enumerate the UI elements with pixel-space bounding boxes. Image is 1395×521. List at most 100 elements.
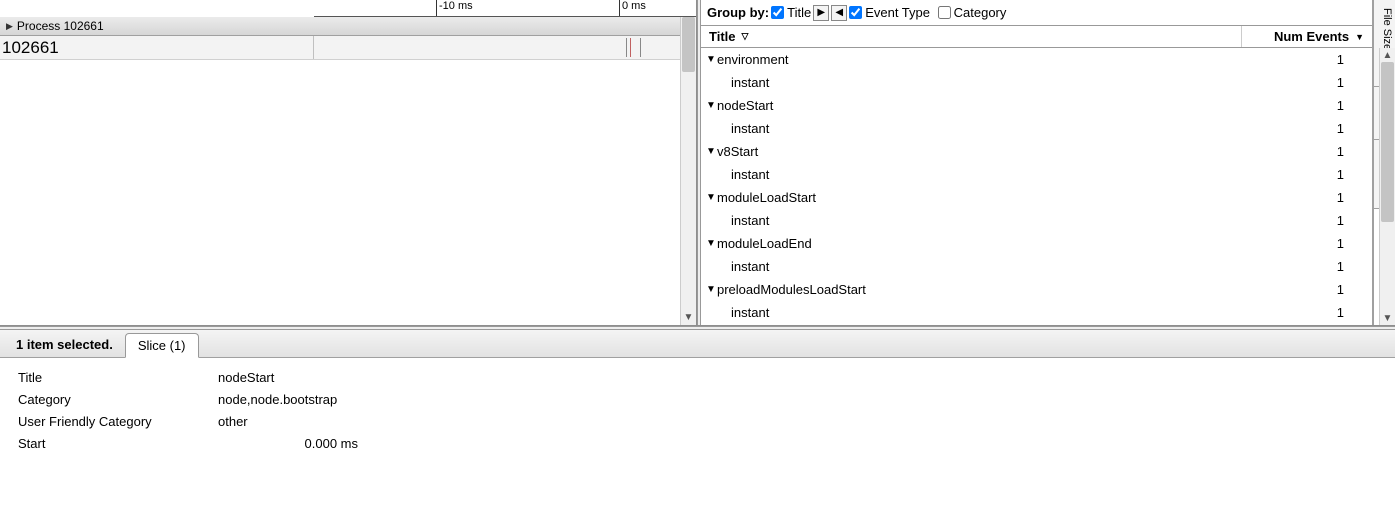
event-marker[interactable] xyxy=(626,38,627,57)
row-title-cell: instant xyxy=(701,121,1304,136)
row-title-cell: ▼nodeStart xyxy=(701,98,1304,113)
table-header: Title ▽ Num Events ▼ xyxy=(701,26,1372,48)
group-by-category-checkbox[interactable] xyxy=(938,6,951,19)
collapse-icon[interactable]: ▼ xyxy=(705,146,717,157)
scrollbar[interactable]: ▲ ▼ xyxy=(1379,48,1395,325)
row-count: 1 xyxy=(1304,144,1344,159)
table-row[interactable]: ▼moduleLoadEnd 1 xyxy=(701,232,1372,255)
event-marker[interactable] xyxy=(640,38,641,57)
row-count: 1 xyxy=(1304,305,1344,320)
row-title: instant xyxy=(731,121,769,136)
scroll-up-icon[interactable]: ▲ xyxy=(1380,48,1395,62)
collapse-icon[interactable]: ▼ xyxy=(705,238,717,249)
sort-indicator-icon: ▽ xyxy=(742,31,749,42)
row-title-cell: instant xyxy=(701,213,1304,228)
group-by-event-type-checkbox[interactable] xyxy=(849,6,862,19)
table-row[interactable]: ▼environment1 xyxy=(701,48,1372,71)
detail-row: Categorynode,node.bootstrap xyxy=(18,388,1377,410)
row-count: 1 xyxy=(1304,75,1344,90)
table-row[interactable]: ▼preloadModulesLoadStart 1 xyxy=(701,278,1372,301)
detail-label: User Friendly Category xyxy=(18,414,218,429)
detail-value: node,node.bootstrap xyxy=(218,392,337,407)
detail-row: TitlenodeStart xyxy=(18,366,1377,388)
row-title-cell: instant xyxy=(701,305,1304,320)
timeline-pane: -10 ms 0 ms ▶ Process 102661 102661 ▼ xyxy=(0,0,697,325)
row-title: moduleLoadEnd xyxy=(717,236,812,251)
collapse-icon[interactable]: ▼ xyxy=(705,54,717,65)
row-count: 1 xyxy=(1304,213,1344,228)
row-title: moduleLoadStart xyxy=(717,190,816,205)
table-row[interactable]: instant 1 xyxy=(701,117,1372,140)
top-section: -10 ms 0 ms ▶ Process 102661 102661 ▼ Gro… xyxy=(0,0,1395,326)
row-count: 1 xyxy=(1304,282,1344,297)
row-title: instant xyxy=(731,75,769,90)
row-title-cell: instant xyxy=(701,259,1304,274)
process-label: Process 102661 xyxy=(17,19,104,33)
row-title: instant xyxy=(731,305,769,320)
column-title[interactable]: Title ▽ xyxy=(701,26,1242,47)
process-header[interactable]: ▶ Process 102661 xyxy=(0,17,696,36)
row-title: instant xyxy=(731,167,769,182)
ruler-tick: -10 ms xyxy=(436,0,473,16)
row-title: v8Start xyxy=(717,144,758,159)
details-table: TitlenodeStartCategorynode,node.bootstra… xyxy=(0,358,1395,462)
row-title: environment xyxy=(717,52,789,67)
collapse-icon[interactable]: ▼ xyxy=(705,100,717,111)
row-count: 1 xyxy=(1304,52,1344,67)
collapse-icon[interactable]: ▼ xyxy=(705,192,717,203)
track-content[interactable] xyxy=(314,36,696,59)
group-by-category-option[interactable]: Category xyxy=(938,5,1007,20)
group-by-event-type-option[interactable]: Event Type xyxy=(849,5,930,20)
expand-icon[interactable]: ▶ xyxy=(6,21,13,32)
table-row[interactable]: instant1 xyxy=(701,255,1372,278)
row-title: nodeStart xyxy=(717,98,773,113)
row-title: preloadModulesLoadStart xyxy=(717,282,866,297)
sort-indicator-icon: ▼ xyxy=(1355,32,1364,42)
row-count: 1 xyxy=(1304,259,1344,274)
group-by-event-type-text: Event Type xyxy=(865,5,930,20)
group-by-title-checkbox[interactable] xyxy=(771,6,784,19)
event-table-panel: Group by: Title ▶ ◀ Event Type Category xyxy=(701,0,1373,325)
event-marker[interactable] xyxy=(630,38,631,57)
detail-value: nodeStart xyxy=(218,370,274,385)
track-label: 102661 xyxy=(0,36,314,59)
group-by-title-text: Title xyxy=(787,5,811,20)
row-count: 1 xyxy=(1304,167,1344,182)
detail-value: other xyxy=(218,414,248,429)
scrollbar-thumb[interactable] xyxy=(1381,62,1394,222)
row-count: 1 xyxy=(1304,98,1344,113)
detail-label: Start xyxy=(18,436,218,451)
scrollbar[interactable]: ▼ xyxy=(680,17,696,325)
scrollbar-thumb[interactable] xyxy=(682,17,695,72)
column-num-text: Num Events xyxy=(1274,29,1349,44)
table-row[interactable]: instant1 xyxy=(701,209,1372,232)
detail-label: Title xyxy=(18,370,218,385)
row-title-cell: instant xyxy=(701,75,1304,90)
scroll-down-icon[interactable]: ▼ xyxy=(1380,311,1395,325)
table-row[interactable]: ▼moduleLoadStart1 xyxy=(701,186,1372,209)
collapse-icon[interactable]: ▼ xyxy=(705,284,717,295)
row-title-cell: ▼environment xyxy=(701,52,1304,67)
table-row[interactable]: instant 1 xyxy=(701,163,1372,186)
table-row[interactable]: ▼nodeStart1 xyxy=(701,94,1372,117)
details-tab-bar: 1 item selected. Slice (1) xyxy=(0,330,1395,358)
tab-slice[interactable]: Slice (1) xyxy=(125,333,199,358)
ruler-tick: 0 ms xyxy=(619,0,646,16)
detail-label: Category xyxy=(18,392,218,407)
move-left-button[interactable]: ◀ xyxy=(831,5,847,21)
row-title-cell: ▼v8Start xyxy=(701,144,1304,159)
selection-count: 1 item selected. xyxy=(16,337,113,357)
table-row[interactable]: ▼v8Start1 xyxy=(701,140,1372,163)
row-count: 1 xyxy=(1304,121,1344,136)
time-ruler[interactable]: -10 ms 0 ms xyxy=(314,0,696,17)
table-row[interactable]: instant 1 xyxy=(701,301,1372,324)
row-count: 1 xyxy=(1304,236,1344,251)
scroll-down-icon[interactable]: ▼ xyxy=(681,309,696,325)
group-by-title-option[interactable]: Title xyxy=(771,5,811,20)
track-row[interactable]: 102661 xyxy=(0,36,696,60)
column-num-events[interactable]: Num Events ▼ xyxy=(1242,26,1372,47)
group-by-label: Group by: xyxy=(707,5,769,20)
table-body: ▼environment1instant1▼nodeStart1instant1… xyxy=(701,48,1372,325)
table-row[interactable]: instant 1 xyxy=(701,71,1372,94)
move-right-button[interactable]: ▶ xyxy=(813,5,829,21)
